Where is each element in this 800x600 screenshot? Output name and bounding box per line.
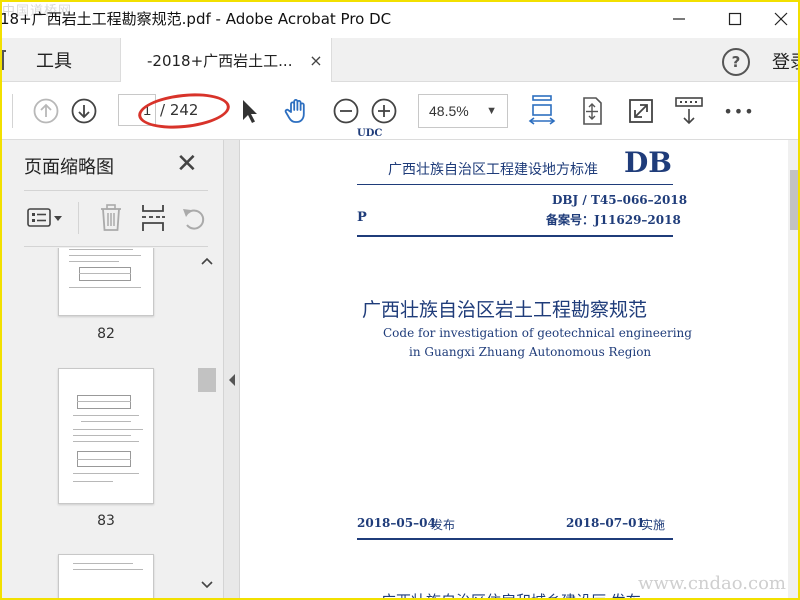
sidebar-scroll-thumb[interactable] (198, 368, 216, 392)
zoom-level-dropdown[interactable]: 48.5% ▼ (418, 94, 508, 128)
thumbnail-page-number: 82 (97, 326, 115, 342)
fit-width-icon (528, 95, 556, 125)
previous-page-button[interactable] (32, 97, 60, 125)
sidebar-title: 页面缩略图 (24, 157, 114, 178)
document-title-en-line1: Code for investigation of geotechnical e… (383, 326, 692, 340)
close-window-button[interactable] (758, 0, 800, 38)
fit-page-icon (583, 97, 602, 125)
sidebar-collapse-strip[interactable] (224, 140, 240, 600)
more-tools-button[interactable]: ••• (722, 100, 756, 122)
record-number: 备案号：J11629–2018 (546, 213, 681, 227)
thumbnail-page-number: 83 (97, 513, 115, 529)
select-tool-button[interactable] (236, 96, 262, 126)
cut-off-tab-edge (2, 50, 6, 70)
cursor-arrow-icon (243, 100, 257, 123)
plus-circle-icon (371, 98, 397, 124)
toolbar-divider (12, 94, 13, 128)
document-scroll-thumb[interactable] (790, 170, 798, 230)
document-page (240, 140, 788, 600)
scroll-up-button[interactable] (198, 252, 216, 270)
code-number: DBJ / T45–066–2018 (552, 193, 688, 207)
zoom-in-button[interactable] (370, 97, 398, 125)
tab-bar: 工具 -2018+广西岩土工... × (0, 38, 800, 82)
sidebar-close-button[interactable]: ✕ (176, 151, 198, 177)
rotate-page-button[interactable] (178, 202, 210, 234)
tab-close-button[interactable]: × (306, 50, 326, 70)
maximize-button[interactable] (712, 0, 758, 38)
minimize-icon (673, 18, 685, 20)
standard-header: 广西壮族自治区工程建设地方标准 (388, 162, 598, 178)
tab-document-label: -2018+广西岩土工... (147, 51, 293, 70)
minimize-button[interactable] (656, 0, 702, 38)
sidebar-tool-divider (78, 202, 79, 234)
help-button[interactable]: ? (722, 48, 750, 76)
db-mark: DB (624, 146, 672, 179)
thumbnail-list: 82 83 (24, 248, 196, 600)
full-screen-button[interactable] (626, 96, 656, 126)
fit-page-button[interactable] (576, 94, 608, 128)
watermark-bottom: www.cndao.com (638, 573, 786, 594)
header-rule (357, 184, 673, 185)
insert-page-icon (142, 205, 165, 231)
minus-circle-icon (333, 98, 359, 124)
arrow-up-circle-icon (33, 98, 59, 124)
fit-width-button[interactable] (526, 94, 558, 128)
implementation-date: 2018–07–01 (566, 516, 645, 530)
page-thumbnail[interactable] (58, 554, 154, 600)
delete-page-button[interactable] (96, 202, 126, 234)
document-title-cn: 广西壮族自治区岩土工程勘察规范 (362, 299, 648, 321)
document-title-en-line2: in Guangxi Zhuang Autonomous Region (409, 345, 652, 359)
scroll-mode-button[interactable] (672, 94, 706, 128)
sidebar-scrollbar[interactable] (196, 248, 218, 600)
udc-label: UDC (357, 128, 383, 139)
scroll-down-button[interactable] (198, 576, 216, 594)
chevron-down-icon (201, 581, 213, 589)
zoom-out-button[interactable] (332, 97, 360, 125)
issue-label: 发布 (431, 518, 456, 532)
expand-icon (629, 99, 653, 123)
chevron-down-icon: ▼ (486, 105, 497, 117)
hand-tool-button[interactable] (280, 94, 314, 128)
implementation-label: 实施 (641, 518, 666, 532)
page-thumbnail[interactable] (58, 368, 154, 504)
issue-date: 2018–05–04 (357, 516, 436, 530)
scroll-down-icon (675, 97, 703, 125)
p-mark: P (357, 210, 367, 225)
sidebar-divider (24, 190, 208, 191)
maximize-icon (728, 12, 742, 26)
zoom-value: 48.5% (429, 103, 469, 119)
window-title: 18+广西岩土工程勘察规范.pdf - Adobe Acrobat Pro DC (0, 10, 392, 28)
close-icon (774, 12, 788, 26)
hand-icon (284, 99, 305, 123)
chevron-up-icon (201, 257, 213, 265)
thumbnail-options-button[interactable] (24, 204, 66, 232)
page-thumbnail[interactable] (58, 248, 154, 316)
options-menu-icon (27, 208, 62, 227)
rotate-icon (183, 209, 205, 230)
arrow-down-circle-icon (71, 98, 97, 124)
footer-rule (357, 538, 673, 540)
sidebar-divider (24, 246, 208, 247)
title-bar: 中国道桥网 18+广西岩土工程勘察规范.pdf - Adobe Acrobat … (0, 0, 800, 38)
collapse-arrow-icon[interactable] (226, 372, 238, 388)
tab-document[interactable]: -2018+广西岩土工... (120, 38, 332, 82)
issuer-line: 广西壮族自治区住房和城乡建设厅 发布 (381, 590, 641, 600)
trash-icon (101, 204, 121, 231)
insert-page-button[interactable] (138, 202, 168, 234)
sign-in-link[interactable]: 登录 (772, 48, 800, 74)
header-rule (357, 235, 673, 237)
tab-tools[interactable]: 工具 (18, 38, 118, 82)
next-page-button[interactable] (70, 97, 98, 125)
